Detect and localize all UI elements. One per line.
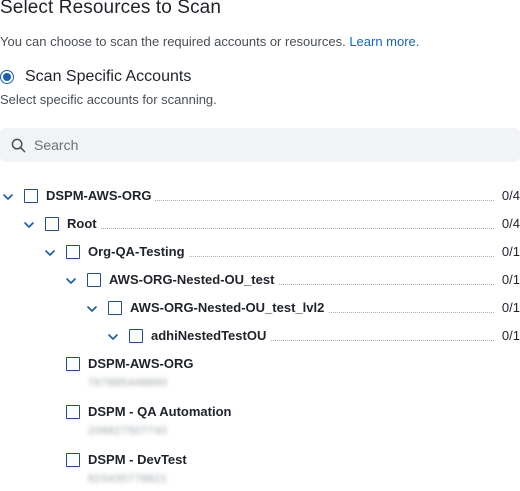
radio-selected-dot bbox=[3, 73, 11, 81]
tree-row-checkbox[interactable] bbox=[129, 329, 143, 343]
tree-row-count: 0/1 bbox=[497, 328, 520, 343]
account-name: DSPM - DevTest bbox=[88, 452, 191, 467]
tree-row-checkbox[interactable] bbox=[45, 217, 59, 231]
search-field[interactable] bbox=[0, 128, 520, 162]
tree-row-count: 0/4 bbox=[497, 188, 520, 203]
account-row[interactable]: DSPM - DevTest 823435778821 bbox=[0, 450, 520, 490]
account-name: DSPM-AWS-ORG bbox=[88, 356, 198, 371]
account-row[interactable]: DSPM - QA Automation 208827507740 bbox=[0, 402, 520, 442]
account-checkbox[interactable] bbox=[66, 453, 80, 467]
tree-row[interactable]: AWS-ORG-Nested-OU_test 0/1 bbox=[0, 270, 520, 290]
tree-row-count: 0/1 bbox=[497, 272, 520, 287]
learn-more-link[interactable]: Learn more. bbox=[349, 34, 419, 49]
tree-row-count: 0/1 bbox=[497, 244, 520, 259]
tree-row-label: AWS-ORG-Nested-OU_test bbox=[109, 272, 279, 287]
tree-row-count: 0/1 bbox=[497, 300, 520, 315]
description-text: You can choose to scan the required acco… bbox=[0, 34, 346, 49]
chevron-down-icon[interactable] bbox=[2, 190, 14, 202]
tree-row[interactable]: Org-QA-Testing 0/1 bbox=[0, 242, 520, 262]
scan-specific-accounts-option[interactable]: Scan Specific Accounts bbox=[0, 68, 191, 86]
scan-option-sublabel: Select specific accounts for scanning. bbox=[0, 92, 217, 107]
chevron-down-icon[interactable] bbox=[86, 302, 98, 314]
tree-row-checkbox[interactable] bbox=[24, 189, 38, 203]
account-id: 208827507740 bbox=[88, 425, 168, 437]
tree-row-checkbox[interactable] bbox=[87, 273, 101, 287]
tree-row-checkbox[interactable] bbox=[108, 301, 122, 315]
page-title: Select Resources to Scan bbox=[0, 0, 222, 18]
chevron-down-icon[interactable] bbox=[44, 246, 56, 258]
tree-row-count: 0/4 bbox=[497, 216, 520, 231]
chevron-down-icon[interactable] bbox=[107, 330, 119, 342]
scan-option-label: Scan Specific Accounts bbox=[25, 68, 192, 85]
chevron-down-icon[interactable] bbox=[23, 218, 35, 230]
tree-row[interactable]: Root 0/4 bbox=[0, 214, 520, 234]
account-checkbox[interactable] bbox=[66, 405, 80, 419]
account-row[interactable]: DSPM-AWS-ORG 767885448890 bbox=[0, 354, 520, 394]
tree-row-label: DSPM-AWS-ORG bbox=[46, 188, 156, 203]
dotted-leader bbox=[67, 228, 494, 229]
account-name: DSPM - QA Automation bbox=[88, 404, 236, 419]
account-id: 823435778821 bbox=[88, 473, 168, 485]
page-description: You can choose to scan the required acco… bbox=[0, 34, 419, 49]
tree-row-label: Org-QA-Testing bbox=[88, 244, 189, 259]
tree-row[interactable]: DSPM-AWS-ORG 0/4 bbox=[0, 186, 520, 206]
chevron-down-icon[interactable] bbox=[65, 274, 77, 286]
tree-row-label: AWS-ORG-Nested-OU_test_lvl2 bbox=[130, 300, 329, 315]
tree-row[interactable]: AWS-ORG-Nested-OU_test_lvl2 0/1 bbox=[0, 298, 520, 318]
tree-row[interactable]: adhiNestedTestOU 0/1 bbox=[0, 326, 520, 346]
account-id: 767885448890 bbox=[88, 377, 168, 389]
tree-row-label: adhiNestedTestOU bbox=[151, 328, 271, 343]
account-checkbox[interactable] bbox=[66, 357, 80, 371]
tree-row-checkbox[interactable] bbox=[66, 245, 80, 259]
search-input[interactable] bbox=[34, 137, 474, 153]
tree-row-label: Root bbox=[67, 216, 101, 231]
search-icon bbox=[11, 138, 26, 152]
scan-specific-accounts-radio[interactable] bbox=[0, 70, 14, 84]
